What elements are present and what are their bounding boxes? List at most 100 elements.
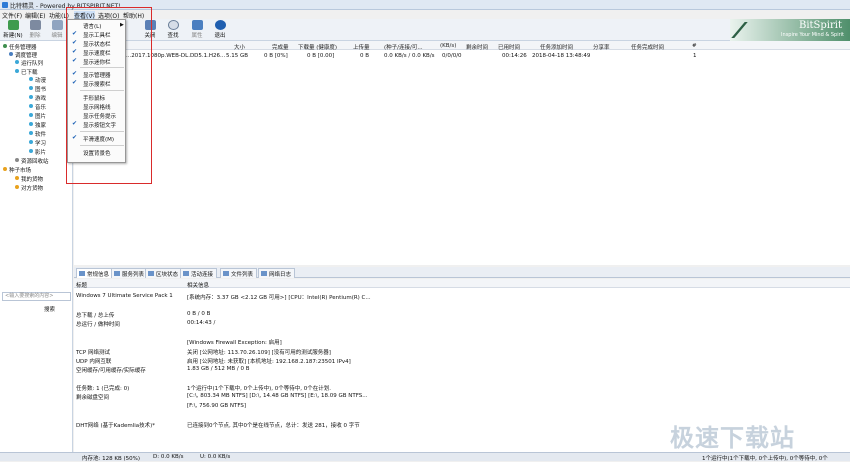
tree-schedule[interactable]: 调度管理 (15, 51, 37, 59)
downloaded-icon (15, 69, 19, 73)
info-value: [Windows Firewall Exception: 启用] (187, 340, 282, 346)
tree-queue[interactable]: 运行队列 (21, 59, 43, 67)
exit-button[interactable]: 退出 (209, 20, 231, 40)
edit-icon (51, 20, 63, 30)
info-label: Windows 7 Ultimate Service Pack 1 (76, 293, 173, 299)
col-downloaded[interactable]: 下载量 (健康度) (298, 43, 337, 51)
tree-recycle-bin[interactable]: 资源回收站 (21, 157, 49, 165)
status-up-speed: U: 0.0 KB/s (200, 454, 231, 460)
search-input[interactable]: <输入要搜索的内容> (2, 292, 71, 301)
task-manager-icon (3, 44, 7, 48)
folder-icon (29, 122, 33, 126)
info-value: [F:\, 756.90 GB NTFS] (187, 403, 247, 409)
info-value: 已连接到0个节点, 其中0个是在线节点，总计：发送 281，接收 0 字节 (187, 423, 360, 429)
col-size[interactable]: 大小 (234, 43, 245, 51)
tree-movies[interactable]: 影片 (35, 148, 46, 156)
properties-icon (191, 20, 203, 30)
connection-icon (183, 271, 189, 276)
info-value: 启用 [公网地址: 未获取] [本机地址: 192.168.2.187:2350… (187, 359, 351, 365)
log-icon (261, 271, 267, 276)
info-label: TCP 网络测试 (76, 350, 110, 356)
col-uploaded[interactable]: 上传量 (353, 43, 370, 51)
tree-my-goods[interactable]: 我的货物 (21, 175, 43, 183)
tree-task-manager[interactable]: 任务管理器 (9, 43, 37, 51)
info-label: 空闲缓存/可用缓存/实际缓存 (76, 368, 146, 374)
status-bar: 内存池: 128 KB (50%) D: 0.0 KB/s U: 0.0 KB/… (0, 452, 850, 462)
quill-icon (731, 22, 775, 38)
folder-icon (29, 149, 33, 153)
col-elapsed[interactable]: 已用时间 (498, 43, 520, 51)
row-downloaded: 0 B [0.00] (307, 53, 335, 59)
find-button[interactable]: 查找 (162, 20, 184, 40)
info-label: DHT网络 (基于Kademlia技术)* (76, 423, 156, 429)
app-icon (2, 2, 8, 8)
status-down-speed: D: 0.0 KB/s (153, 454, 184, 460)
col-completed[interactable]: 任务完成时间 (631, 43, 664, 51)
new-icon (7, 20, 19, 30)
file-icon (223, 271, 229, 276)
server-icon (114, 271, 120, 276)
tree-games[interactable]: 游戏 (35, 94, 46, 102)
queue-icon (15, 60, 19, 64)
tree-study[interactable]: 学习 (35, 139, 46, 147)
col-speed[interactable]: (KB/s) (440, 43, 456, 49)
col-remaining[interactable]: 剩余时间 (466, 43, 488, 51)
row-peers: 0/0/0/0 (442, 53, 462, 59)
col-ratio[interactable]: 分享率 (593, 43, 610, 51)
detail-tabs: 常规信息 服务列表 区块状态 活动连接 文件列表 网络日志 (74, 267, 850, 278)
delete-button[interactable]: 删除 (24, 20, 46, 40)
tab-files[interactable]: 文件列表 (220, 268, 258, 278)
row-speed: 0.0 KB/s / 0.0 KB/s (384, 53, 435, 59)
tree-anime[interactable]: 动漫 (35, 76, 46, 84)
tree-seed-market[interactable]: 种子市场 (9, 166, 31, 174)
bitspirit-logo: BitSpirit Inspire Your Mind & Spirit (730, 19, 850, 41)
tree-peer-goods[interactable]: 对方货物 (21, 184, 43, 192)
info-label: UDP 内网互联 (76, 359, 112, 365)
edit-button[interactable]: 编辑 (46, 20, 68, 40)
row-elapsed: 00:14:26 (502, 53, 527, 59)
schedule-icon (9, 52, 13, 56)
tab-connections[interactable]: 活动连接 (180, 268, 218, 278)
blocks-icon (148, 271, 154, 276)
sidebar: 任务管理器 调度管理 运行队列 已下载 动漫 图书 游戏 音乐 图片 独家 软件… (0, 41, 73, 452)
tab-log[interactable]: 网络日志 (258, 268, 296, 278)
col-index[interactable]: # (692, 43, 697, 49)
info-header-label: 标题 (76, 283, 88, 289)
properties-button[interactable]: 属性 (186, 20, 208, 40)
my-goods-icon (15, 176, 19, 180)
tree-pictures[interactable]: 图片 (35, 112, 46, 120)
table-row[interactable]: ...2017.1080p.WEB-DL.DD5.1.H26... 5.15 G… (74, 52, 850, 60)
task-table: 大小 完成量 下载量 (健康度) 上传量 (种子/连接/可... (KB/s) … (74, 41, 850, 265)
watermark: 极速下载站 (670, 424, 795, 452)
info-header-value: 相关信息 (187, 283, 210, 289)
col-done[interactable]: 完成量 (272, 43, 289, 51)
tree-exclusive[interactable]: 独家 (35, 121, 46, 129)
search-button[interactable]: 搜索 (44, 305, 55, 313)
tab-general[interactable]: 常规信息 (76, 268, 114, 278)
tree-software[interactable]: 软件 (35, 130, 46, 138)
folder-icon (29, 77, 33, 81)
new-button[interactable]: 新建(N) (2, 20, 24, 40)
col-peers[interactable]: (种子/连接/可... (384, 43, 423, 51)
table-header (74, 41, 850, 50)
delete-icon (29, 20, 41, 30)
info-label: 任务数: 1 (已完成: 0) (76, 386, 130, 392)
tree-downloaded[interactable]: 已下载 (21, 68, 38, 76)
folder-icon (29, 140, 33, 144)
info-label: 总下载 / 总上传 (76, 313, 115, 319)
highlight-frame (66, 7, 152, 184)
tree-books[interactable]: 图书 (35, 85, 46, 93)
magnifier-icon (167, 20, 179, 30)
folder-icon (29, 86, 33, 90)
tab-blocks[interactable]: 区块状态 (145, 268, 183, 278)
folder-icon (29, 95, 33, 99)
row-size: 5.15 GB (226, 53, 249, 59)
info-label: 总运行 / 做种时间 (76, 322, 120, 328)
folder-icon (29, 113, 33, 117)
tab-servers[interactable]: 服务列表 (111, 268, 149, 278)
tree-music[interactable]: 音乐 (35, 103, 46, 111)
col-added[interactable]: 任务添加时间 (540, 43, 573, 51)
row-index: 1 (693, 53, 697, 59)
folder-icon (29, 104, 33, 108)
info-value: 关闭 [公网地址: 113.70.26.109] [没有可用的测试服务器] (187, 350, 331, 356)
